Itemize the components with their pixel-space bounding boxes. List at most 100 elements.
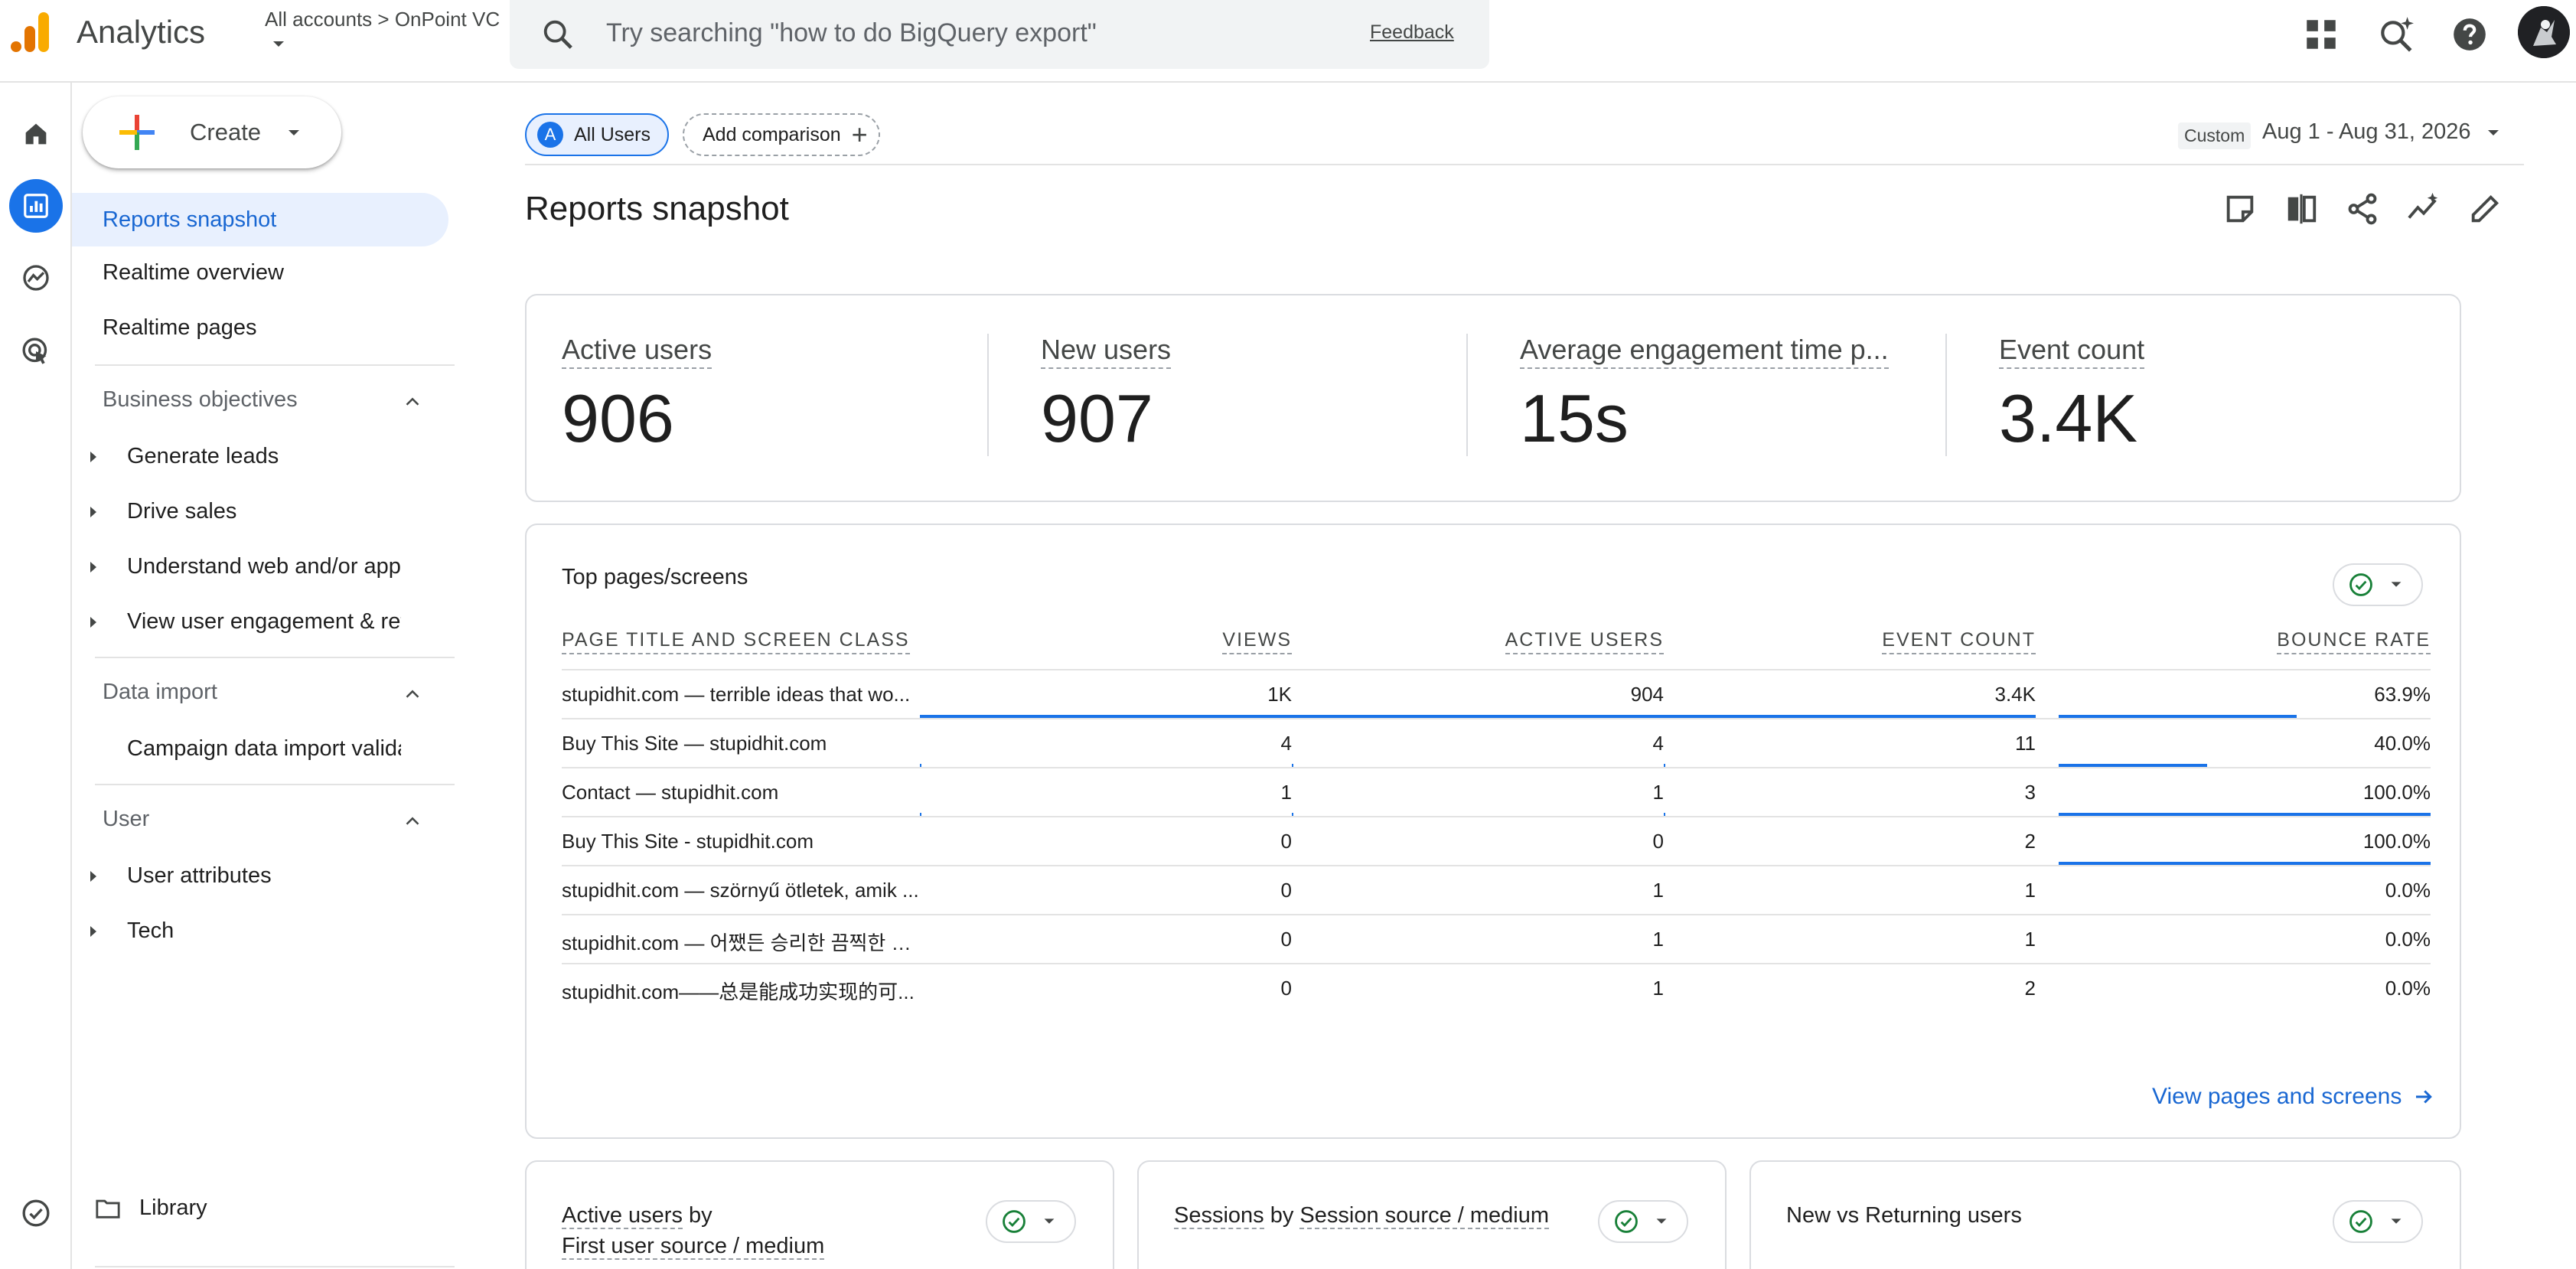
column-header-event-count[interactable]: EVENT COUNT (1882, 629, 2036, 654)
kpi-separator (987, 334, 989, 456)
chevron-up-icon[interactable] (401, 810, 424, 833)
column-header-active-users[interactable]: ACTIVE USERS (1505, 629, 1664, 654)
kpi-new-users[interactable]: New users 907 (1041, 334, 1172, 458)
kpi-active-users[interactable]: Active users 906 (562, 334, 712, 458)
nav-item-generate-leads[interactable]: Generate leads (72, 444, 401, 475)
table-row[interactable]: Buy This Site - stupidhit.com 0 0 2 100.0% (562, 816, 2431, 865)
nav-item-user-engagement[interactable]: View user engagement & rete... (72, 609, 401, 640)
account-avatar[interactable] (2518, 6, 2570, 58)
analytics-logo-icon[interactable] (8, 9, 54, 55)
dimension-label[interactable]: First user source / medium (562, 1234, 825, 1260)
page-title-cell[interactable]: stupidhit.com — szörnyű ötletek, amik ..… (562, 879, 921, 902)
table-row[interactable]: Contact — stupidhit.com 1 1 3 100.0% (562, 767, 2431, 816)
search-bar[interactable]: Feedback (510, 0, 1489, 69)
apps-grid-icon[interactable] (2302, 15, 2340, 54)
column-header-page-title[interactable]: PAGE TITLE AND SCREEN CLASS (562, 629, 910, 654)
nav-item-understand-web[interactable]: Understand web and/or app t... (72, 554, 401, 585)
account-breadcrumb[interactable]: All accounts > OnPoint VC (265, 8, 500, 31)
rail-advertising[interactable] (9, 325, 63, 378)
chevron-up-icon[interactable] (401, 683, 424, 706)
check-circle-icon (2349, 573, 2372, 596)
nav-section-data-import[interactable]: Data import (103, 680, 217, 705)
compare-icon[interactable] (2284, 191, 2319, 227)
feedback-link[interactable]: Feedback (1370, 21, 1454, 44)
help-icon[interactable] (2450, 15, 2489, 54)
chevron-down-icon (2391, 582, 2402, 587)
home-icon (25, 123, 47, 145)
event-count-cell: 2 (2024, 830, 2036, 853)
date-range-picker[interactable]: Aug 1 - Aug 31, 2026 (2262, 119, 2471, 145)
kpi-label: Event count (1999, 334, 2145, 369)
chevron-up-icon[interactable] (401, 390, 424, 413)
column-header-bounce-rate[interactable]: BOUNCE RATE (2277, 629, 2431, 654)
kpi-separator (1466, 334, 1468, 456)
kpi-label: New users (1041, 334, 1172, 369)
nav-item-realtime-overview[interactable]: Realtime overview (103, 260, 284, 285)
all-users-label: All Users (574, 123, 651, 145)
rail-home[interactable] (9, 107, 63, 161)
share-icon[interactable] (2345, 191, 2380, 227)
views-cell: 1 (1280, 781, 1292, 804)
nav-item-realtime-pages[interactable]: Realtime pages (103, 315, 257, 341)
table-row[interactable]: Buy This Site — stupidhit.com 4 4 11 40.0% (562, 718, 2431, 767)
view-pages-and-screens-link[interactable]: View pages and screens (2152, 1084, 2435, 1110)
title-connector: by (1264, 1203, 1300, 1228)
main-divider (525, 164, 2524, 165)
event-count-cell: 11 (2015, 732, 2036, 755)
card-options-button[interactable] (2333, 563, 2423, 606)
nav-divider (95, 1266, 455, 1267)
active-users-cell: 0 (1652, 830, 1664, 853)
check-circle-icon (1003, 1210, 1026, 1233)
page-title-cell[interactable]: stupidhit.com——总是能成功实现的可... (562, 977, 921, 1005)
kpi-event-count[interactable]: Event count 3.4K (1999, 334, 2145, 458)
all-users-chip[interactable]: A All Users (525, 113, 669, 156)
table-row[interactable]: stupidhit.com — szörnyű ötletek, amik ..… (562, 865, 2431, 914)
edit-pencil-icon[interactable] (2467, 191, 2503, 227)
nav-item-user-attributes[interactable]: User attributes (72, 863, 401, 894)
page-title-cell[interactable]: Buy This Site — stupidhit.com (562, 732, 921, 755)
date-custom-label: Custom (2178, 122, 2252, 149)
nav-panel: Create Reports snapshot Realtime overvie… (72, 83, 462, 1269)
library-link[interactable]: Library (95, 1196, 207, 1221)
check-circle-icon (2349, 1210, 2372, 1233)
nav-section-user[interactable]: User (103, 807, 149, 832)
nav-item-tech[interactable]: Tech (72, 918, 401, 949)
rail-reports[interactable] (9, 179, 63, 233)
search-insights-icon[interactable] (2377, 15, 2415, 54)
nav-item-campaign-data-import[interactable]: Campaign data import valida... (72, 736, 401, 767)
table-row[interactable]: stupidhit.com——总是能成功实现的可... 0 1 2 0.0% (562, 963, 2431, 1012)
nav-item-drive-sales[interactable]: Drive sales (72, 499, 401, 530)
add-note-icon[interactable] (2222, 191, 2258, 227)
nav-section-business-objectives[interactable]: Business objectives (103, 387, 298, 413)
page-title-cell[interactable]: stupidhit.com — terrible ideas that wo..… (562, 683, 921, 706)
table-row[interactable]: stupidhit.com — 어쨌든 승리한 끔찍한 아... 0 1 1 0.0% (562, 914, 2431, 963)
card-options-button[interactable] (2333, 1200, 2423, 1243)
add-comparison-button[interactable]: Add comparison + (683, 113, 880, 156)
chevron-down-icon[interactable] (269, 35, 288, 54)
top-bar: Analytics All accounts > OnPoint VC Feed… (0, 0, 2576, 83)
chevron-down-icon[interactable] (2484, 124, 2503, 142)
rail-admin[interactable] (9, 1186, 63, 1240)
card-options-button[interactable] (1598, 1200, 1688, 1243)
nav-item-label: Campaign data import valida... (127, 736, 401, 761)
search-input[interactable] (606, 15, 1295, 51)
page-title-cell[interactable]: Contact — stupidhit.com (562, 781, 921, 804)
create-button[interactable]: Create (83, 96, 341, 168)
page-title-cell[interactable]: Buy This Site - stupidhit.com (562, 830, 921, 853)
metric-label[interactable]: Active users (562, 1203, 683, 1229)
column-header-views[interactable]: VIEWS (1222, 629, 1292, 654)
chevron-down-icon (1044, 1218, 1055, 1224)
kpi-label: Active users (562, 334, 712, 369)
insights-icon[interactable] (2406, 191, 2441, 227)
kpi-avg-engagement-time[interactable]: Average engagement time p... 15s (1520, 334, 1889, 458)
page-title-cell[interactable]: stupidhit.com — 어쨌든 승리한 끔찍한 아... (562, 928, 921, 956)
metric-label[interactable]: Sessions (1174, 1203, 1264, 1229)
dimension-label[interactable]: Session source / medium (1299, 1203, 1550, 1229)
active-users-cell: 1 (1652, 928, 1664, 951)
check-circle-icon (1615, 1210, 1638, 1233)
table-row[interactable]: stupidhit.com — terrible ideas that wo..… (562, 669, 2431, 718)
nav-item-reports-snapshot[interactable]: Reports snapshot (72, 193, 448, 246)
kpi-value: 3.4K (1999, 380, 2138, 456)
rail-explore[interactable] (9, 251, 63, 305)
card-options-button[interactable] (986, 1200, 1076, 1243)
